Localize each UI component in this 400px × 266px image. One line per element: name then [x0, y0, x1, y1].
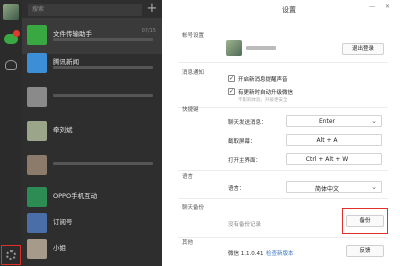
conversation-preview	[53, 94, 153, 97]
conversation-avatar	[27, 187, 47, 207]
section-account: 帐号设置	[182, 33, 205, 39]
search-input[interactable]: 搜索	[28, 4, 142, 16]
conversation-item[interactable]: 腾讯新闻	[22, 46, 162, 82]
settings-window: 设置 — ✕ 帐号设置 退出登录 消息通知 ✓ 开启新消息提醒声音 ✓ 有更新时…	[162, 0, 400, 266]
backup-status: 没有备份记录	[228, 222, 262, 228]
shortcut-send-label: 聊天发送消息：	[228, 120, 267, 126]
conversation-avatar	[27, 121, 47, 141]
shortcut-screenshot-field[interactable]: Alt + A	[286, 134, 382, 146]
backup-button[interactable]: 备份	[346, 215, 384, 227]
shortcut-screenshot-value: Alt + A	[316, 137, 338, 144]
conversation-avatar	[27, 213, 47, 233]
shortcut-open-label: 打开主界面：	[228, 158, 262, 164]
conversation-preview	[53, 38, 153, 41]
conversation-name: 牵刘斌	[53, 126, 73, 134]
shortcut-screenshot-label: 截取屏幕：	[228, 139, 256, 145]
conversation-name: 文件传输助手	[53, 30, 92, 38]
conversation-name: OPPO手机互动	[53, 192, 98, 200]
shortcut-open-field[interactable]: Ctrl + Alt + W	[286, 153, 382, 165]
auto-update-hint: 不影响体验，升级更安全	[238, 98, 288, 103]
sidebar-rail	[0, 0, 22, 266]
language-label: 语言：	[228, 186, 245, 192]
language-value: 简体中文	[314, 186, 339, 193]
divider	[178, 237, 388, 238]
divider	[178, 62, 388, 63]
conversation-item[interactable]: 小姐	[22, 232, 162, 266]
shortcut-send-value: Enter	[318, 118, 336, 125]
unread-badge	[13, 30, 20, 37]
chevron-down-icon: ⌄	[371, 183, 377, 191]
language-select[interactable]: 简体中文 ⌄	[286, 181, 382, 193]
auto-update-option-label: 有更新时自动升级微信	[238, 90, 294, 96]
conversation-avatar	[27, 87, 47, 107]
conversation-item[interactable]	[22, 80, 162, 116]
auto-update-checkbox[interactable]: ✓	[228, 88, 235, 95]
chat-list-panel: 搜索 + 文件传输助手 07/15 腾讯新闻 牵刘斌 OPPO手机互动 订阅号 …	[22, 0, 162, 266]
account-name	[246, 46, 276, 50]
conversation-avatar	[27, 53, 47, 73]
section-backup: 聊天备份	[182, 205, 205, 211]
conversation-time: 07/15	[141, 28, 156, 34]
contacts-icon[interactable]	[5, 60, 17, 70]
section-other: 其他	[182, 240, 194, 246]
add-chat-button[interactable]: +	[146, 2, 158, 16]
conversation-avatar	[27, 155, 47, 175]
sound-checkbox[interactable]: ✓	[228, 75, 235, 82]
logout-button[interactable]: 退出登录	[342, 43, 384, 55]
conversation-preview	[53, 162, 153, 165]
shortcut-open-value: Ctrl + Alt + W	[305, 156, 349, 163]
window-title: 设置	[282, 6, 296, 14]
divider	[178, 170, 388, 171]
window-controls[interactable]: — ✕	[369, 3, 394, 10]
section-shortcut: 快捷键	[182, 107, 199, 113]
conversation-avatar	[27, 239, 47, 259]
chevron-down-icon: ⌄	[371, 117, 377, 125]
conversation-name: 腾讯新闻	[53, 58, 79, 66]
user-avatar[interactable]	[3, 4, 19, 20]
check-update-link[interactable]: 检查新版本	[266, 249, 294, 257]
sound-option-label: 开启新消息提醒声音	[238, 77, 288, 83]
feedback-button[interactable]: 反馈	[346, 245, 384, 257]
conversation-name: 订阅号	[53, 218, 73, 226]
section-language: 语言	[182, 174, 194, 180]
conversation-item[interactable]	[22, 148, 162, 184]
account-avatar	[226, 40, 242, 56]
version-text: 微信 1.1.0.41	[228, 251, 264, 257]
conversation-preview	[53, 66, 153, 69]
conversation-item[interactable]: 牵刘斌	[22, 114, 162, 150]
conversation-name: 小姐	[53, 244, 66, 252]
conversation-avatar	[27, 25, 47, 45]
divider	[178, 107, 388, 108]
gear-icon[interactable]	[6, 250, 16, 260]
divider	[178, 198, 388, 199]
section-notify: 消息通知	[182, 70, 205, 76]
shortcut-send-select[interactable]: Enter ⌄	[286, 115, 382, 127]
